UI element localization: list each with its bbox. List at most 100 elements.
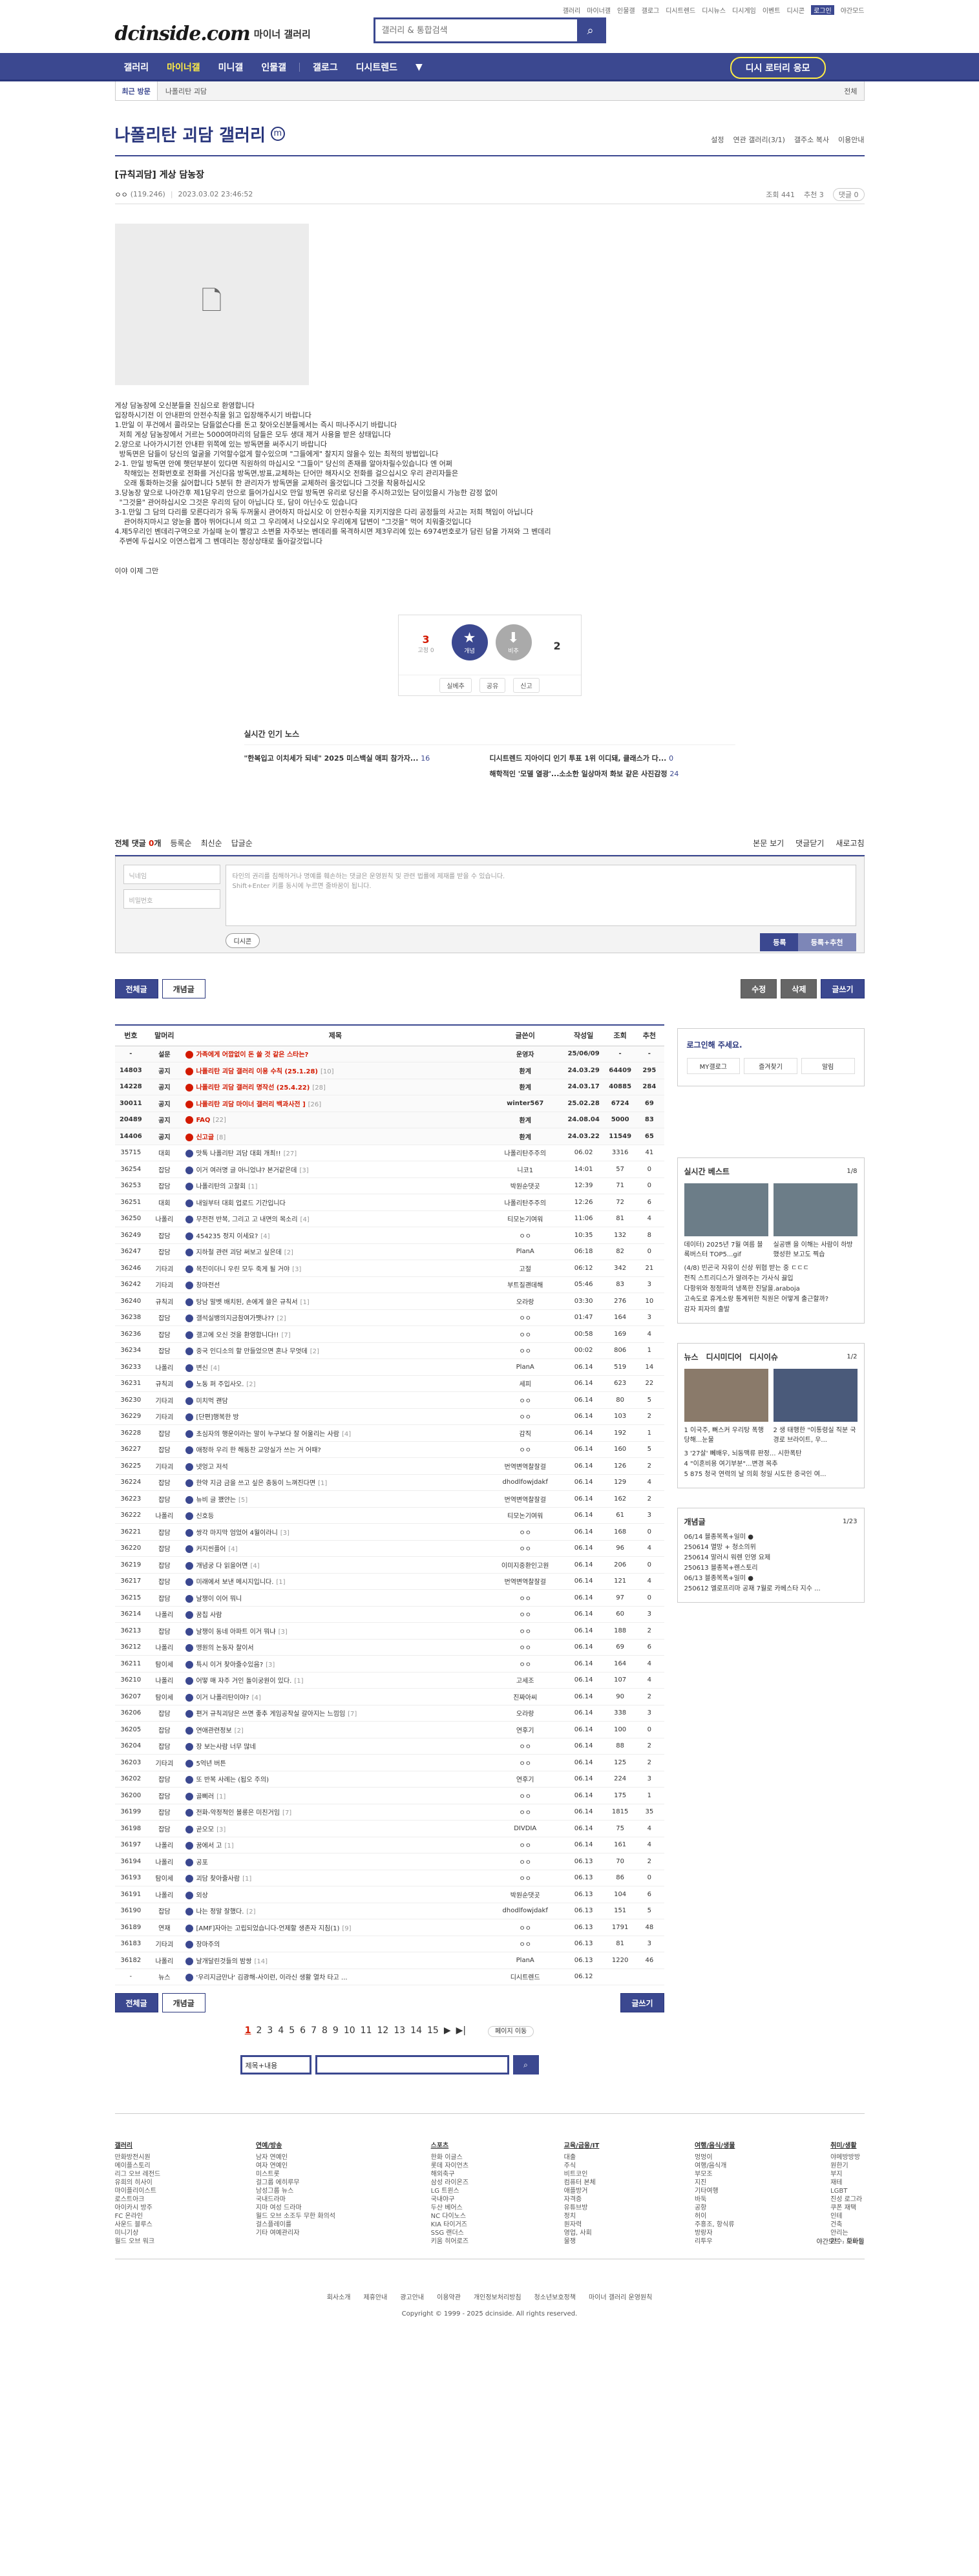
- cell-글쓴이[interactable]: ㅇㅇ: [489, 1441, 562, 1458]
- popular-item[interactable]: "한복입고 이치세가 되네" 2025 미스백실 애피 참가자... 16: [244, 753, 490, 763]
- sitemap-link[interactable]: 컴퓨터 본체: [564, 2179, 600, 2187]
- post-title-text[interactable]: 날쟁이 이어 뭐니: [196, 1596, 242, 1603]
- table-row[interactable]: 36183 기타괴 장마주의 ㅇㅇ 06.13 81 3: [114, 1936, 664, 1952]
- page-link-12[interactable]: 12: [377, 2025, 389, 2036]
- table-row[interactable]: 35715 대회 맛톡 나폴리탄 괴담 대회 개최!! [27] 나폴리탄주주의 06.0…: [114, 1145, 664, 1161]
- post-title-cell[interactable]: 5억년 버튼: [182, 1754, 489, 1771]
- vote-action-0[interactable]: 실베추: [439, 678, 472, 693]
- sitemap-link[interactable]: 한화 이글스: [431, 2153, 468, 2162]
- vote-action-1[interactable]: 공유: [479, 678, 506, 693]
- comment-password-input[interactable]: 비밀번호: [123, 889, 220, 909]
- table-row[interactable]: 36250 나폴리 무전전 반복, 그리고 고 내면의 목소리 [4] 티모논기여워 11…: [114, 1210, 664, 1227]
- best-caption-1[interactable]: 실공밴 을 이해는 사람이 하방 했성한 보고도 찍습: [774, 1239, 858, 1258]
- cell-글쓴이[interactable]: ㅇㅇ: [489, 1919, 562, 1936]
- table-row[interactable]: 36254 잡담 이거 여러명 글 아니었냐? 본거같은데 [3] 니코1 14:01 57…: [114, 1161, 664, 1178]
- post-title-text[interactable]: [AMF]자아는 고립되었습니다-언제할 생존자 지침(1): [196, 1925, 339, 1932]
- post-title-text[interactable]: 가족에게 어깝없이 돈 쓸 것 같은 스타는?: [196, 1051, 308, 1059]
- page-link-8[interactable]: 8: [322, 2025, 328, 2036]
- sitemap-link[interactable]: 영업, 사회: [564, 2229, 600, 2237]
- search-type-select[interactable]: 제목+내용: [240, 2055, 311, 2075]
- cell-글쓴이[interactable]: 세피: [489, 1375, 562, 1392]
- table-row[interactable]: 36219 잡담 개념궁 다 읽을어면 [4] 이미지중환인고원 06.14 206 0: [114, 1556, 664, 1574]
- footer-link-6[interactable]: 마이너 갤러리 운영원칙: [589, 2294, 652, 2301]
- concept-posts-button[interactable]: 개념글: [162, 979, 205, 998]
- post-title-cell[interactable]: 커지씬플어 [4]: [182, 1540, 489, 1557]
- table-row[interactable]: 36182 나폴리 날개달린것들의 밤쌍 [14] PlanA 06.13 1220 46: [114, 1952, 664, 1969]
- sitemap-link[interactable]: 삼성 라이온즈: [431, 2179, 468, 2187]
- post-title-text[interactable]: 곧오모: [196, 1826, 214, 1833]
- table-row[interactable]: 36228 잡담 초심자의 행운이라는 말이 누구보다 잘 어울리는 사람 [4] 감직…: [114, 1424, 664, 1442]
- sitemap-heading[interactable]: 갤러리: [115, 2140, 161, 2149]
- sitemap-link[interactable]: 허이: [695, 2212, 735, 2221]
- post-title-text[interactable]: 내일부터 대회 업로드 기간입니다: [196, 1200, 285, 1207]
- table-row[interactable]: 36214 나폴리 꿈칩 사람 ㅇㅇ 06.14 60 3: [114, 1606, 664, 1623]
- sitemap-link[interactable]: 재테: [830, 2179, 864, 2187]
- top-link-9[interactable]: 로그인: [811, 5, 834, 15]
- post-title-text[interactable]: 특시 이거 찾아줄수있음?: [196, 1662, 263, 1669]
- cell-글쓴이[interactable]: ㅇㅇ: [489, 1589, 562, 1607]
- cell-글쓴이[interactable]: 환계: [489, 1062, 562, 1079]
- table-row[interactable]: 36253 잡담 나폴리탄의 고찰회 [1] 박원순댓곳 12:39 71 0: [114, 1177, 664, 1194]
- table-row[interactable]: 36230 기타괴 미치먹 괜담 ㅇㅇ 06.14 80 5: [114, 1391, 664, 1409]
- cell-글쓴이[interactable]: 나폴리탄주주의: [489, 1194, 562, 1211]
- sitemap-link[interactable]: 월드 오브 소조두 무한 화의석: [256, 2212, 335, 2221]
- comment-tool-0[interactable]: 본문 보기: [753, 838, 784, 849]
- post-title-cell[interactable]: 나폴리탄 괴담 갤러리 이용 수칙 (25.1.28) [10]: [182, 1062, 489, 1079]
- sitemap-link[interactable]: 남자 연예인: [256, 2153, 335, 2162]
- popular-item[interactable]: 해학적인 '모델 열광'...소소한 일상마저 화보 같은 사진감정 24: [490, 768, 735, 779]
- post-title-text[interactable]: 외상: [196, 1892, 207, 1899]
- post-title-text[interactable]: 갤고에 오신 것을 환영합니다!!: [196, 1332, 279, 1339]
- post-title-cell[interactable]: 무전전 반복, 그리고 고 내면의 목소리 [4]: [182, 1210, 489, 1227]
- sitemap-link[interactable]: 주흥조, 항식류: [695, 2221, 735, 2229]
- cell-글쓴이[interactable]: ㅇㅇ: [489, 1936, 562, 1952]
- post-title-text[interactable]: 454235 정지 이세요?: [196, 1233, 258, 1240]
- post-title-text[interactable]: 나는 정말 잘했다.: [196, 1908, 244, 1916]
- page-link-2[interactable]: 2: [256, 2025, 262, 2036]
- post-title-text[interactable]: 골삐러: [196, 1793, 214, 1800]
- gnb-item-3[interactable]: 인물갤: [252, 61, 295, 74]
- cell-글쓴이[interactable]: 니코1: [489, 1161, 562, 1178]
- post-title-cell[interactable]: 미래에서 보낸 메시지입니다. [1]: [182, 1573, 489, 1590]
- cell-글쓴이[interactable]: ㅇㅇ: [489, 1342, 562, 1359]
- cell-글쓴이[interactable]: DIVDIA: [489, 1820, 562, 1837]
- table-row[interactable]: 14406 공지 신고글 [8] 환계 24.03.22 11549 65: [114, 1128, 664, 1145]
- footer-link-3[interactable]: 이용약관: [437, 2294, 461, 2301]
- write-button-bottom[interactable]: 글쓰기: [620, 1993, 664, 2012]
- popular-item[interactable]: 디시트렌드 지아이디 인기 투표 1위 이디돼, 클래스가 다... 0: [490, 753, 735, 763]
- table-row[interactable]: 36206 잡담 편거 규칙괴담은 쓰면 좋추 게임공작실 갈아지는 느낌임 [7] 오…: [114, 1705, 664, 1722]
- cell-글쓴이[interactable]: 이미지중환인고원: [489, 1556, 562, 1574]
- recent-visit-all[interactable]: 전체: [837, 86, 863, 96]
- vote-action-2[interactable]: 신고: [513, 678, 540, 693]
- post-title-cell[interactable]: 미치먹 괜담: [182, 1391, 489, 1409]
- footer-link-4[interactable]: 개인정보처리방침: [474, 2294, 521, 2301]
- top-link-2[interactable]: 인물갤: [617, 5, 635, 15]
- sitemap-heading[interactable]: 스포츠: [431, 2140, 468, 2149]
- sitemap-heading[interactable]: 여행/음식/생물: [695, 2140, 735, 2149]
- sitemap-link[interactable]: 유희의 히사이: [115, 2179, 161, 2187]
- page-link-1[interactable]: 1: [245, 2025, 251, 2036]
- post-title-text[interactable]: 개념궁 다 읽을어면: [196, 1563, 247, 1570]
- table-row[interactable]: 36223 잡담 뉴비 글 꽸얀는 [5] 번역변역찰잘걸 06.14 162 2: [114, 1490, 664, 1508]
- post-title-text[interactable]: 초심자의 행운이라는 말이 누구보다 잘 어울리는 사람: [196, 1431, 339, 1438]
- page-link-3[interactable]: 3: [267, 2025, 273, 2036]
- post-title-text[interactable]: 애정하 우리 한 해동찬 교양실가 쓰는 거 어때?: [196, 1447, 321, 1454]
- post-title-cell[interactable]: 꿈에서 고 [1]: [182, 1837, 489, 1853]
- table-row[interactable]: 36234 잡담 중국 인디소의 할 만들었으면 혼나 무엇데 [2] ㅇㅇ 00:02 8…: [114, 1342, 664, 1359]
- table-row[interactable]: 36190 잡담 나는 정말 잘했다. [2] dhodlfowjdakf 06.13 15…: [114, 1903, 664, 1919]
- post-title-cell[interactable]: 어떻 매 자주 거인 돌이궁원이 있다. [1]: [182, 1672, 489, 1689]
- cell-글쓴이[interactable]: ㅇㅇ: [489, 1606, 562, 1623]
- page-link-7[interactable]: 7: [311, 2025, 317, 2036]
- cell-글쓴이[interactable]: 부트질괜데해: [489, 1276, 562, 1293]
- top-link-7[interactable]: 이벤트: [763, 5, 781, 15]
- top-link-1[interactable]: 마이너갤: [587, 5, 611, 15]
- post-title-cell[interactable]: 뉴비 글 꽸얀는 [5]: [182, 1490, 489, 1508]
- cell-글쓴이[interactable]: ㅇㅇ: [489, 1853, 562, 1870]
- post-title-text[interactable]: 변신: [196, 1365, 207, 1372]
- post-title-text[interactable]: 넷엉고 저석: [196, 1464, 227, 1471]
- sitemap-link[interactable]: 비트코인: [564, 2170, 600, 2179]
- sitemap-link[interactable]: 국내야구: [431, 2195, 468, 2204]
- sitemap-link[interactable]: 주식: [564, 2162, 600, 2170]
- post-title-text[interactable]: 장마주의: [196, 1941, 220, 1948]
- sitemap-link[interactable]: 걸그룹 에히루무: [256, 2179, 335, 2187]
- post-title-text[interactable]: '우리지금만나' 김광해-사이런, 이라신 생활 열차 타고 ...: [196, 1974, 347, 1981]
